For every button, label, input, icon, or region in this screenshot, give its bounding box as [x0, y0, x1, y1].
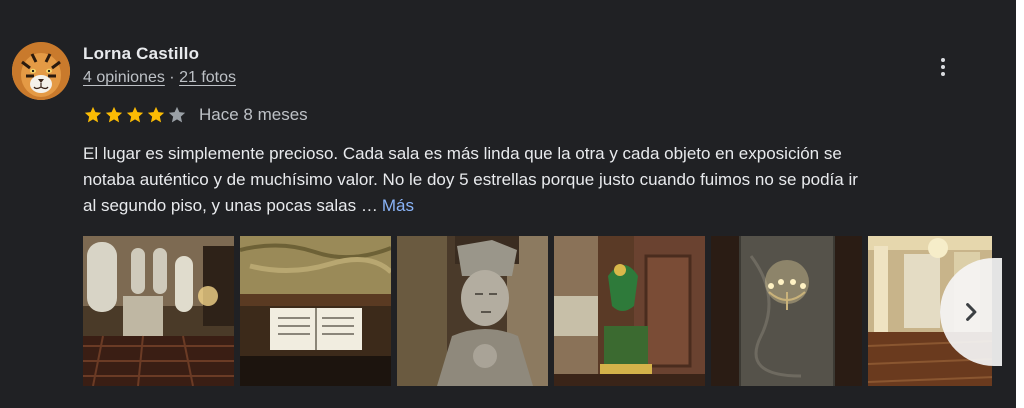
tiger-avatar-image [12, 42, 70, 100]
more-vert-icon-dot [941, 72, 945, 76]
review-text-line: notaba auténtico y de muchísimo valor. N… [83, 170, 858, 189]
review-photo[interactable] [83, 236, 234, 386]
star-filled-icon [84, 106, 102, 123]
reviewer-meta: 4 opiniones · 21 fotos [83, 69, 236, 87]
review-photo[interactable] [240, 236, 391, 386]
more-vert-icon-dot [941, 65, 945, 69]
review-photo[interactable] [397, 236, 548, 386]
page-edge [1016, 0, 1024, 408]
meta-separator: · [169, 69, 175, 86]
reviews-count-link[interactable]: 4 opiniones [83, 69, 165, 86]
rating-row: Hace 8 meses [83, 104, 308, 126]
review-text-line: al segundo piso, y unas pocas salas … [83, 196, 378, 215]
review-photo[interactable] [554, 236, 705, 386]
statue-photo [397, 236, 548, 386]
star-filled-icon [147, 106, 165, 123]
review-text: El lugar es simplemente precioso. Cada s… [83, 141, 983, 219]
more-options-button[interactable] [928, 52, 958, 82]
review-time: Hace 8 meses [199, 105, 308, 124]
star-filled-icon [105, 106, 123, 123]
ceramic-figure-photo [554, 236, 705, 386]
review-photo[interactable] [711, 236, 862, 386]
star-filled-icon [126, 106, 144, 123]
chevron-right-icon [966, 303, 977, 321]
hall-photo [83, 236, 234, 386]
star-rating [83, 105, 187, 125]
star-empty-icon [168, 106, 186, 123]
reviewer-name[interactable]: Lorna Castillo [83, 44, 199, 64]
more-link[interactable]: Más [382, 196, 414, 215]
more-vert-icon [941, 58, 945, 62]
photo-strip [83, 236, 992, 386]
review-card: Lorna Castillo 4 opiniones · 21 fotos Ha… [0, 0, 1024, 408]
avatar[interactable] [12, 42, 70, 100]
sconce-photo [711, 236, 862, 386]
review-text-line-last: al segundo piso, y unas pocas salas … Más [83, 193, 983, 219]
review-text-line: El lugar es simplemente precioso. Cada s… [83, 144, 842, 163]
tapestry-book-photo [240, 236, 391, 386]
photos-count-link[interactable]: 21 fotos [179, 69, 236, 86]
